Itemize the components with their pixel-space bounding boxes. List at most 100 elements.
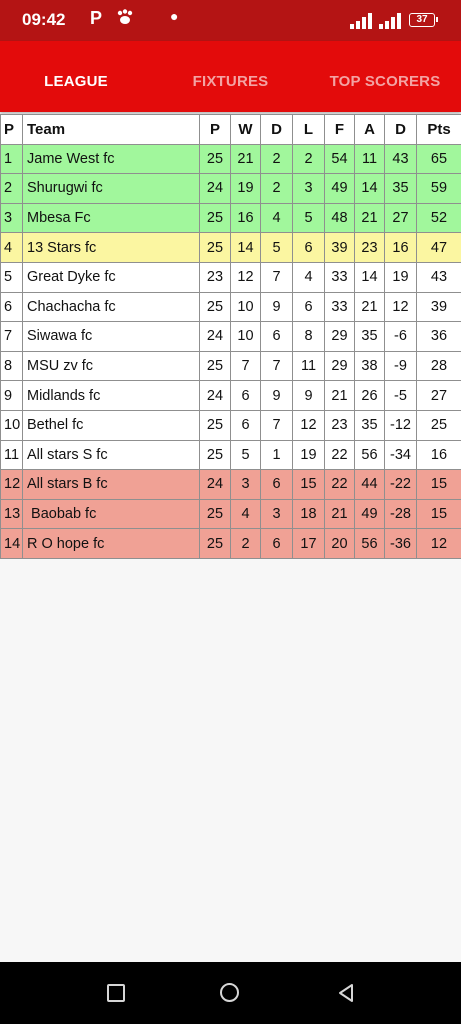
table-row[interactable]: 13 Baobab fc 25 4 3 18 21 49 -28 15	[0, 498, 461, 530]
cell-goals-against: 26	[354, 380, 385, 411]
table-row[interactable]: 12 All stars B fc 24 3 6 15 22 44 -22 15	[0, 469, 461, 500]
cell-pos: 9	[0, 380, 23, 411]
recent-apps-icon[interactable]	[105, 982, 127, 1004]
cell-goals-against: 14	[354, 173, 385, 204]
cell-pos: 3	[0, 202, 23, 234]
cell-points: 47	[416, 232, 461, 263]
cell-points: 25	[416, 409, 461, 441]
table-row[interactable]: 11 All stars S fc 25 5 1 19 22 56 -34 16	[0, 439, 461, 471]
cell-team: Baobab fc	[22, 498, 200, 530]
cell-points: 43	[416, 261, 461, 293]
cell-pos: 4	[0, 232, 23, 263]
cell-goals-for: 54	[324, 143, 355, 175]
cell-team: Mbesa Fc	[22, 202, 200, 234]
cell-goals-against: 35	[354, 321, 385, 352]
cell-lost: 8	[292, 321, 325, 352]
cell-goal-diff: -9	[384, 350, 417, 382]
cell-won: 3	[230, 469, 261, 500]
table-row[interactable]: 7 Siwawa fc 24 10 6 8 29 35 -6 36	[0, 321, 461, 352]
cell-goal-diff: 19	[384, 261, 417, 293]
table-row[interactable]: 1 Jame West fc 25 21 2 2 54 11 43 65	[0, 143, 461, 175]
cell-goal-diff: -34	[384, 439, 417, 471]
header-played: P	[199, 114, 231, 145]
cell-goals-for: 22	[324, 469, 355, 500]
cell-played: 25	[199, 439, 231, 471]
cell-goals-for: 23	[324, 409, 355, 441]
cell-played: 25	[199, 528, 231, 559]
table-body: 1 Jame West fc 25 21 2 2 54 11 43 65 2 Shurugwi fc 2…	[0, 143, 461, 559]
tab-top-scorers[interactable]: TOP SCORERS	[309, 41, 461, 112]
table-row[interactable]: 8 MSU zv fc 25 7 7 11 29 38 -9 28	[0, 350, 461, 382]
cell-lost: 6	[292, 232, 325, 263]
signal-icon	[350, 13, 372, 29]
cell-pos: 7	[0, 321, 23, 352]
cell-pos: 5	[0, 261, 23, 293]
cell-team: Siwawa fc	[22, 321, 200, 352]
table-row[interactable]: 14 R O hope fc 25 2 6 17 20 56 -36 12	[0, 528, 461, 559]
cell-goals-against: 21	[354, 291, 385, 323]
cell-played: 25	[199, 143, 231, 175]
cell-team: All stars B fc	[22, 469, 200, 500]
cell-won: 2	[230, 528, 261, 559]
table-row[interactable]: 5 Great Dyke fc 23 12 7 4 33 14 19 43	[0, 261, 461, 293]
cell-drawn: 2	[260, 173, 293, 204]
signal-icon-2	[379, 13, 401, 29]
cell-pos: 12	[0, 469, 23, 500]
cell-team: R O hope fc	[22, 528, 200, 559]
cell-goal-diff: -28	[384, 498, 417, 530]
cell-lost: 15	[292, 469, 325, 500]
table-row[interactable]: 4 13 Stars fc 25 14 5 6 39 23 16 47	[0, 232, 461, 263]
cell-goals-for: 33	[324, 261, 355, 293]
cell-drawn: 9	[260, 291, 293, 323]
header-goals-against: A	[354, 114, 385, 145]
table-row[interactable]: 3 Mbesa Fc 25 16 4 5 48 21 27 52	[0, 202, 461, 234]
cell-goals-against: 38	[354, 350, 385, 382]
cell-won: 4	[230, 498, 261, 530]
cell-points: 52	[416, 202, 461, 234]
cell-goals-against: 35	[354, 409, 385, 441]
tab-league[interactable]: LEAGUE	[0, 41, 152, 112]
cell-team: Shurugwi fc	[22, 173, 200, 204]
home-icon[interactable]	[219, 982, 241, 1004]
cell-lost: 12	[292, 409, 325, 441]
cell-played: 25	[199, 202, 231, 234]
cell-lost: 5	[292, 202, 325, 234]
header-goal-diff: D	[384, 114, 417, 145]
tab-fixtures[interactable]: FIXTURES	[152, 41, 309, 112]
cell-lost: 17	[292, 528, 325, 559]
back-icon[interactable]	[336, 982, 358, 1004]
cell-lost: 6	[292, 291, 325, 323]
cell-team: Great Dyke fc	[22, 261, 200, 293]
status-time: 09:42	[22, 10, 66, 29]
cell-played: 25	[199, 498, 231, 530]
cell-pos: 14	[0, 528, 23, 559]
cell-goals-against: 56	[354, 528, 385, 559]
cell-points: 28	[416, 350, 461, 382]
cell-pos: 13	[0, 498, 23, 530]
cell-goal-diff: 16	[384, 232, 417, 263]
tab-bar: LEAGUE FIXTURES TOP SCORERS	[0, 41, 461, 112]
cell-drawn: 5	[260, 232, 293, 263]
header-drawn: D	[260, 114, 293, 145]
cell-goal-diff: 35	[384, 173, 417, 204]
cell-played: 24	[199, 380, 231, 411]
table-row[interactable]: 9 Midlands fc 24 6 9 9 21 26 -5 27	[0, 380, 461, 411]
cell-goals-against: 11	[354, 143, 385, 175]
cell-goals-for: 39	[324, 232, 355, 263]
cell-won: 21	[230, 143, 261, 175]
cell-goals-for: 48	[324, 202, 355, 234]
cell-goal-diff: -6	[384, 321, 417, 352]
cell-won: 10	[230, 291, 261, 323]
cell-drawn: 7	[260, 350, 293, 382]
cell-goals-for: 33	[324, 291, 355, 323]
table-row[interactable]: 6 Chachacha fc 25 10 9 6 33 21 12 39	[0, 291, 461, 323]
cell-lost: 11	[292, 350, 325, 382]
cell-lost: 9	[292, 380, 325, 411]
cell-won: 6	[230, 409, 261, 441]
table-row[interactable]: 10 Bethel fc 25 6 7 12 23 35 -12 25	[0, 409, 461, 441]
cell-drawn: 7	[260, 409, 293, 441]
table-row[interactable]: 2 Shurugwi fc 24 19 2 3 49 14 35 59	[0, 173, 461, 204]
cell-goals-against: 49	[354, 498, 385, 530]
cell-goal-diff: -5	[384, 380, 417, 411]
cell-played: 24	[199, 321, 231, 352]
